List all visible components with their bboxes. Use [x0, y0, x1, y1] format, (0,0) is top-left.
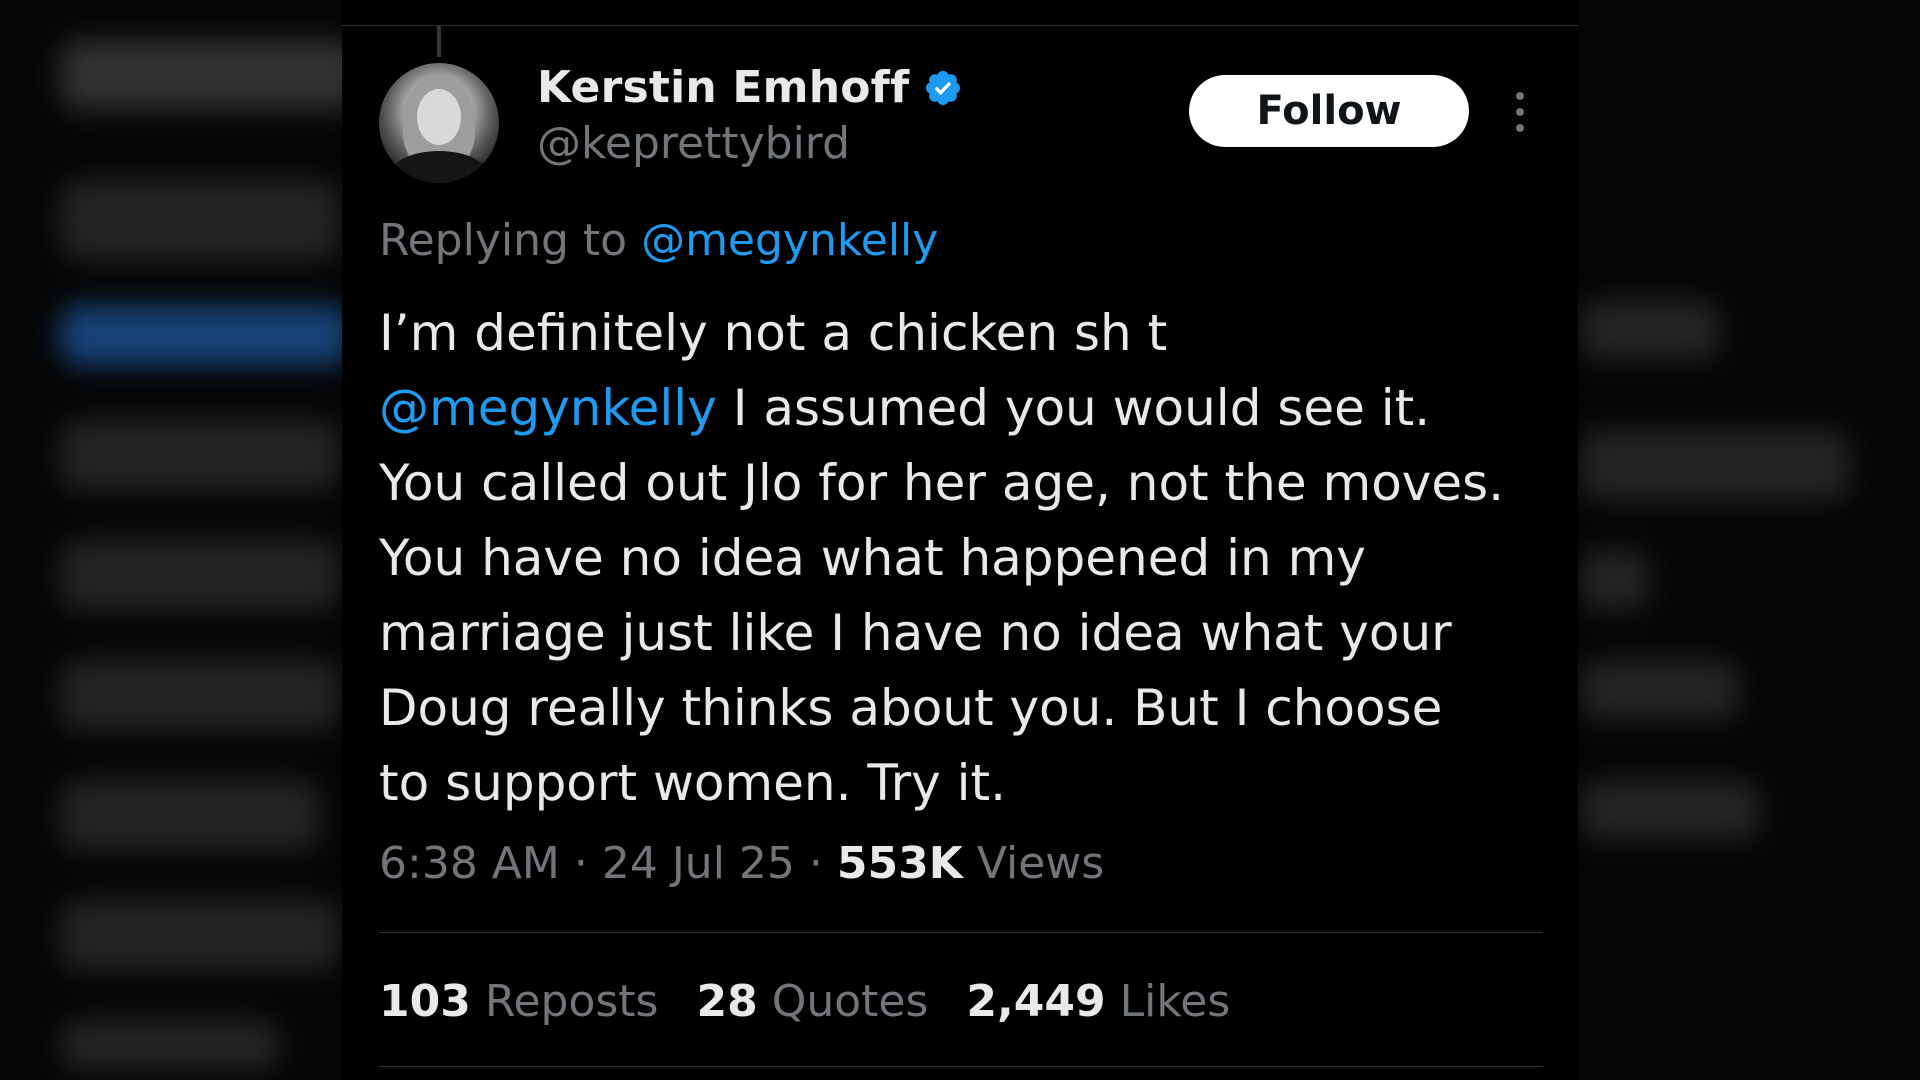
blurred-text-block: [60, 900, 340, 970]
meta-separator: ·: [573, 838, 588, 889]
tweet-text-line: marriage just like I have no idea what y…: [379, 604, 1452, 662]
reposts-stat[interactable]: 103 Reposts: [379, 976, 658, 1027]
author-name-row: Kerstin Emhoff: [537, 62, 963, 113]
avatar-body-shape: [389, 151, 489, 183]
likes-stat[interactable]: 2,449 Likes: [966, 976, 1230, 1027]
blurred-text-block: [1580, 550, 1650, 610]
reposts-count: 103: [379, 976, 471, 1027]
screenshot-stage: Kerstin Emhoff @keprettybird Follow Repl…: [0, 0, 1920, 1080]
blurred-text-block: [60, 40, 360, 110]
quotes-stat[interactable]: 28 Quotes: [696, 976, 928, 1027]
tweet-text-line: You have no idea what happened in my: [379, 529, 1366, 587]
tweet-meta: 6:38 AM · 24 Jul 25 · 553K Views: [379, 838, 1104, 889]
blurred-text-block: [60, 1020, 280, 1070]
blurred-text-block: [1580, 430, 1850, 500]
reposts-label: Reposts: [484, 976, 659, 1027]
tweet-text-segment: I assumed you would see it.: [716, 379, 1431, 437]
blurred-link-block: [60, 305, 350, 365]
tweet-time[interactable]: 6:38 AM: [379, 838, 560, 889]
blurred-text-block: [60, 660, 340, 730]
tweet-card: Kerstin Emhoff @keprettybird Follow Repl…: [342, 0, 1578, 1080]
divider: [379, 1066, 1543, 1067]
meta-separator: ·: [808, 838, 823, 889]
likes-label: Likes: [1119, 976, 1231, 1027]
tweet-text-line: to support women. Try it.: [379, 754, 1007, 812]
likes-count: 2,449: [966, 976, 1106, 1027]
blurred-text-block: [1580, 780, 1760, 840]
inline-mention-link[interactable]: @megynkelly: [379, 379, 717, 437]
divider: [379, 932, 1543, 933]
blurred-text-block: [60, 180, 340, 260]
replying-to-prefix: Replying to: [379, 215, 628, 266]
blurred-text-block: [1580, 300, 1720, 360]
views-count: 553K: [836, 838, 963, 889]
author-avatar[interactable]: [379, 63, 499, 183]
blurred-text-block: [60, 780, 320, 850]
engagement-stats: 103 Reposts 28 Quotes 2,449 Likes: [379, 976, 1230, 1027]
more-options-icon[interactable]: [1510, 88, 1530, 136]
tweet-text-line: I’m definitely not a chicken sh t: [379, 304, 1168, 362]
replying-to-line: Replying to @megynkelly: [379, 215, 938, 266]
views-label: Views: [976, 838, 1105, 889]
blurred-text-block: [60, 540, 340, 610]
blurred-text-block: [1580, 660, 1740, 720]
tweet-text-line-with-mention: @megynkelly I assumed you would see it.: [379, 371, 1559, 446]
author-handle[interactable]: @keprettybird: [537, 118, 850, 169]
replying-to-mention-link[interactable]: @megynkelly: [641, 215, 938, 266]
quotes-count: 28: [696, 976, 758, 1027]
blurred-text-block: [60, 420, 340, 490]
follow-button[interactable]: Follow: [1189, 75, 1469, 147]
tweet-body: I’m definitely not a chicken sh t @megyn…: [379, 296, 1559, 821]
tweet-text-line: Doug really thinks about you. But I choo…: [379, 679, 1443, 737]
tweet-text-line: You called out Jlo for her age, not the …: [379, 454, 1505, 512]
avatar-face-shape: [417, 89, 461, 145]
tweet-date[interactable]: 24 Jul 25: [602, 838, 795, 889]
thread-connector-line: [437, 25, 441, 57]
verified-badge-icon[interactable]: [923, 68, 963, 108]
author-display-name[interactable]: Kerstin Emhoff: [537, 62, 909, 113]
divider: [342, 25, 1578, 26]
quotes-label: Quotes: [771, 976, 929, 1027]
